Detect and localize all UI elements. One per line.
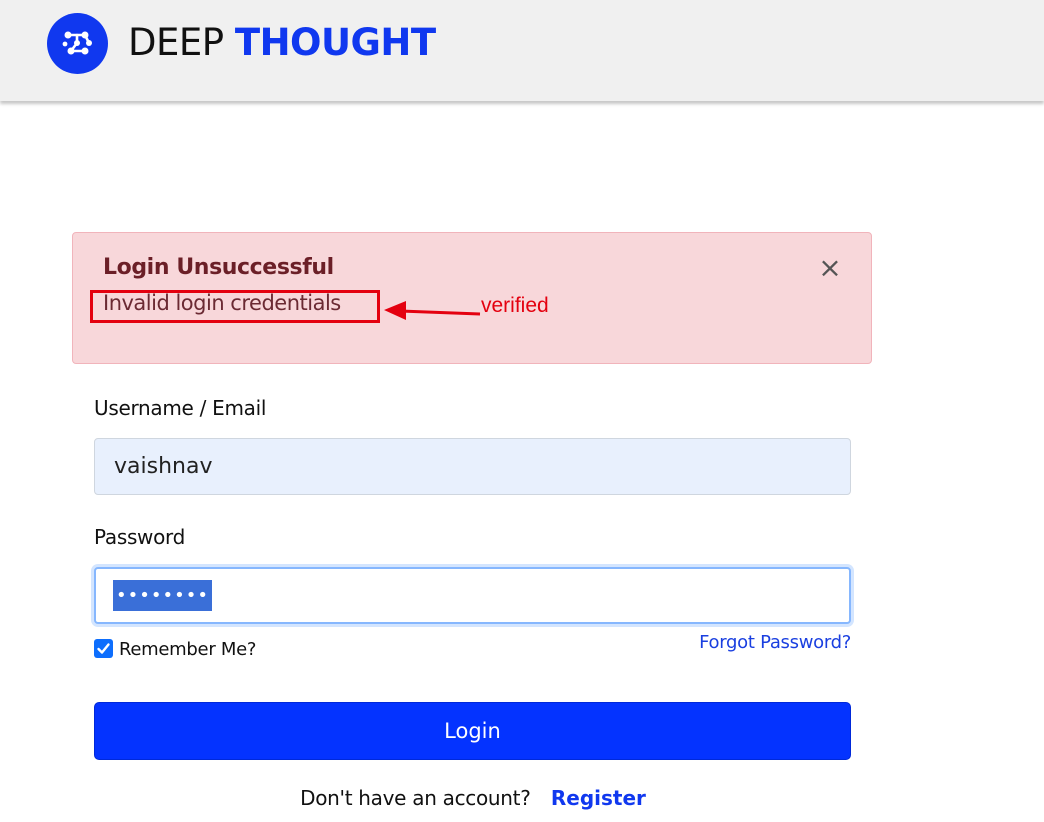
remember-me-checkbox[interactable] [94, 639, 113, 658]
login-button[interactable]: Login [94, 702, 851, 760]
register-prompt-text: Don't have an account? [300, 786, 531, 810]
username-label: Username / Email [94, 396, 267, 420]
close-icon[interactable]: × [815, 253, 845, 283]
password-label: Password [94, 525, 186, 549]
forgot-password-link[interactable]: Forgot Password? [699, 632, 851, 653]
username-input[interactable] [94, 438, 851, 495]
alert-title: Login Unsuccessful [103, 255, 334, 280]
annotation-highlight-box [90, 290, 380, 323]
checkmark-icon [97, 643, 110, 654]
annotation-arrow-icon [384, 301, 481, 320]
register-prompt: Don't have an account? Register [0, 786, 946, 810]
top-navbar: DEEP THOUGHT [0, 0, 1044, 101]
annotation-note: verified [481, 294, 549, 317]
brand-word-deep: DEEP [128, 21, 224, 64]
register-link[interactable]: Register [551, 786, 646, 810]
brand-title[interactable]: DEEP THOUGHT [128, 20, 436, 66]
password-masked-value: •••••••• [113, 580, 212, 611]
network-nodes-icon[interactable] [47, 13, 108, 74]
remember-me-label[interactable]: Remember Me? [119, 639, 256, 660]
brand-word-thought: THOUGHT [234, 21, 436, 64]
